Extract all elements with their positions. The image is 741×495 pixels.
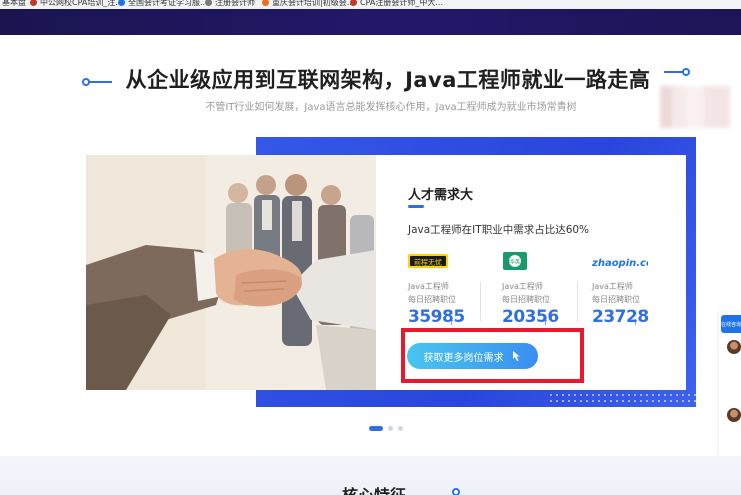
stat-label: Java工程师 每日招聘职位 [408, 280, 456, 306]
decorative-dot-icon [452, 488, 460, 495]
zhaopin-logo-icon: zhaopin.com [592, 258, 648, 269]
stat-label: Java工程师 每日招聘职位 [502, 280, 550, 306]
chat-tab-label: 在线咨询 [721, 321, 741, 328]
site-icon [262, 0, 269, 6]
divider [577, 282, 578, 322]
section-heading: 从企业级应用到互联网架构，Java工程师就业一路走高 [0, 64, 741, 94]
handshake-photo [86, 155, 376, 390]
site-icon [350, 0, 357, 6]
decorative-dot-pattern [548, 392, 696, 406]
divider [480, 282, 481, 322]
section-subtitle: 不管IT行业如何发展，Java语言总能发挥核心作用，Java工程师成为就业市场常… [205, 102, 577, 113]
obscured-region [660, 86, 730, 128]
advisor-avatar[interactable] [727, 408, 741, 422]
logo-text: 前程无忧 [414, 258, 442, 267]
more-job-demand-button[interactable]: 获取更多岗位需求 [407, 343, 538, 369]
carousel-dot[interactable] [398, 426, 403, 431]
bookmark-label: 中公网校CPA培训_注... [40, 0, 123, 7]
stat-label-line: Java工程师 [502, 282, 543, 291]
carousel-dot[interactable] [388, 426, 393, 431]
stat-item: 中华英才 Java工程师 每日招聘职位 20356 ↑ [502, 252, 592, 332]
stat-label-line: 每日招聘职位 [502, 295, 550, 304]
panel-title: 人才需求大 [408, 188, 474, 203]
stat-value: 20356 [502, 307, 559, 327]
carousel-dot-active[interactable] [369, 426, 383, 431]
site-icon [30, 0, 37, 6]
advisor-avatar[interactable] [727, 340, 741, 354]
logo-text: 中华英才 [505, 259, 525, 266]
chat-tab[interactable]: 在线咨询 [721, 315, 741, 333]
stat-label-line: Java工程师 [592, 282, 633, 291]
panel-description: Java工程师在IT职业中需求占比达60% [408, 224, 590, 236]
logo-text: zhaopin.com [592, 258, 648, 269]
up-arrow-icon: ↑ [542, 318, 549, 327]
bookmark-item[interactable]: 注册会计师 [205, 0, 255, 8]
pointer-icon [512, 351, 519, 361]
bookmark-item[interactable]: CPA注册会计师_中大... [350, 0, 443, 8]
next-section-title: 核心特征 [342, 482, 406, 495]
stat-item: 前程无忧 Java工程师 每日招聘职位 35985 ↑ [408, 252, 498, 332]
stat-label-line: 每日招聘职位 [592, 295, 640, 304]
carousel-indicators [369, 426, 403, 431]
stat-value: 23728 [592, 307, 649, 327]
decorative-dot-icon [682, 68, 690, 76]
stat-label-line: 每日招聘职位 [408, 295, 456, 304]
bookmark-label: 基本盘 [2, 0, 26, 7]
bookmark-item[interactable]: 基本盘 [2, 0, 26, 8]
recruiter-logo: 中华英才 [502, 252, 528, 270]
cta-label: 获取更多岗位需求 [423, 352, 504, 364]
up-arrow-icon: ↑ [448, 318, 455, 327]
stat-label-line: Java工程师 [408, 282, 449, 291]
globe-icon [205, 0, 212, 6]
51job-logo-icon: 前程无忧 [408, 254, 448, 268]
site-icon [118, 0, 125, 6]
stat-label: Java工程师 每日招聘职位 [592, 280, 640, 306]
decorative-dot-icon [82, 78, 90, 86]
bookmark-label: 全国会计考证学习服... [128, 0, 208, 7]
bookmark-item[interactable]: 中公网校CPA培训_注... [30, 0, 123, 8]
recruiter-logo: 前程无忧 [408, 252, 448, 270]
up-arrow-icon: ↑ [632, 318, 639, 327]
stat-item: zhaopin.com Java工程师 每日招聘职位 23728 ↑ [592, 252, 682, 332]
site-header-bar [0, 9, 741, 35]
bookmark-label: 重庆会计培训|初级会... [272, 0, 355, 7]
chinahr-logo-icon: 中华英才 [503, 252, 527, 270]
bookmark-label: CPA注册会计师_中大... [360, 0, 443, 7]
bookmark-label: 注册会计师 [215, 0, 255, 7]
title-underline [408, 205, 424, 208]
bookmarks-bar: 基本盘 中公网校CPA培训_注... 全国会计考证学习服... 注册会计师 重庆… [0, 0, 741, 9]
bookmark-item[interactable]: 全国会计考证学习服... [118, 0, 208, 8]
bookmark-item[interactable]: 重庆会计培训|初级会... [262, 0, 354, 8]
recruiter-logo: zhaopin.com [592, 252, 648, 270]
section-title: 从企业级应用到互联网架构，Java工程师就业一路走高 [125, 68, 651, 92]
stat-value: 35985 [408, 307, 465, 327]
